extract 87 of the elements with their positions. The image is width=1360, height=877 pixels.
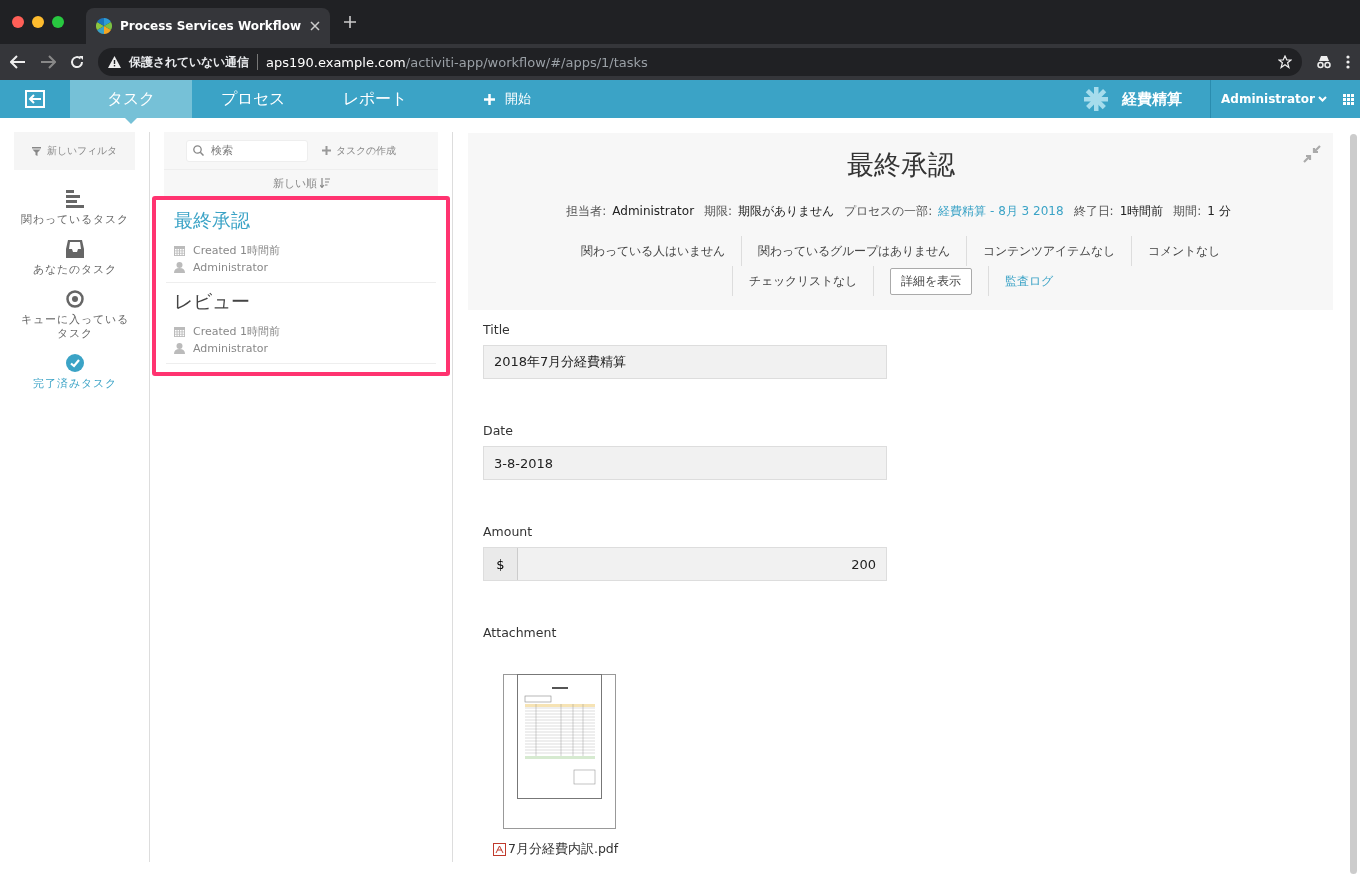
info-text: コンテンツアイテムなし [983, 242, 1115, 260]
start-button[interactable]: 開始 [484, 80, 531, 118]
filter-icon [32, 146, 41, 156]
window-minimize-button[interactable] [32, 16, 44, 28]
meta-label: 期限: [704, 203, 733, 220]
assignee-name: Administrator [193, 342, 268, 355]
new-filter-button[interactable]: 新しいフィルタ [14, 132, 135, 170]
window-close-button[interactable] [12, 16, 24, 28]
process-link[interactable]: 経費精算 - 8月 3 2018 [938, 203, 1064, 220]
exit-icon[interactable] [25, 90, 45, 108]
filter-item[interactable]: キューに入っているタスク [15, 312, 134, 340]
meta-value: 1 分 [1207, 203, 1231, 220]
url-host: aps190.example.com [266, 54, 406, 70]
asterisk-icon [1084, 87, 1109, 111]
info-text: コメントなし [1148, 242, 1220, 260]
assignee-name: Administrator [193, 261, 268, 274]
tab-pointer-icon [125, 118, 137, 124]
target-icon [65, 290, 84, 308]
meta-label: プロセスの一部: [844, 203, 933, 220]
amount-field[interactable]: $ 200 [483, 547, 887, 581]
audit-log-link[interactable]: 監査ログ [1005, 272, 1053, 290]
close-icon[interactable] [310, 21, 320, 31]
nav-tab[interactable]: レポート [314, 80, 436, 118]
url-path: /activiti-app/workflow/#/apps/1/tasks [405, 54, 648, 70]
warning-icon [108, 56, 121, 68]
window-zoom-button[interactable] [52, 16, 64, 28]
meta-value: 1時間前 [1119, 203, 1164, 220]
forward-icon[interactable] [40, 55, 56, 69]
tab-title: Process Services Workflow [120, 19, 302, 33]
star-icon[interactable] [1278, 55, 1292, 69]
meta-label: 担当者: [566, 203, 607, 220]
field-label: Amount [483, 524, 534, 539]
user-menu[interactable]: Administrator [1211, 80, 1337, 118]
meta-value: Administrator [612, 204, 695, 218]
task-title: 最終承認 [846, 148, 955, 182]
filter-item[interactable]: 完了済みタスク [32, 376, 117, 390]
search-input[interactable]: 検索 [209, 143, 299, 158]
person-icon [174, 262, 185, 273]
info-text: 関わっているグループはありません [758, 242, 950, 260]
reload-icon[interactable] [70, 55, 84, 69]
text-field[interactable]: 3-8-2018 [483, 446, 887, 480]
back-icon[interactable] [10, 55, 26, 69]
file-link[interactable]: 7月分経費内訳.pdf [493, 841, 1318, 858]
info-text: 関わっている人はいません [581, 242, 725, 260]
person-icon [174, 343, 185, 354]
sort-toggle[interactable]: 新しい順 [164, 170, 438, 196]
chevron-down-icon [1318, 96, 1327, 102]
check-circle-icon [65, 354, 84, 372]
show-details-button[interactable]: 詳細を表示 [890, 267, 972, 295]
browser-tab[interactable]: Process Services Workflow [86, 8, 330, 44]
meta-label: 終了日: [1073, 203, 1114, 220]
meta-value: 期限がありません [738, 203, 835, 220]
grid-icon[interactable] [1343, 93, 1354, 105]
search-field[interactable]: 検索 [186, 139, 308, 162]
create-task-button[interactable]: タスクの作成 [322, 143, 396, 158]
security-warning: 保護されていない通信 [129, 53, 249, 71]
nav-tab[interactable]: タスク [70, 80, 192, 118]
filter-item[interactable]: 関わっているタスク [20, 212, 129, 226]
more-icon[interactable] [1346, 55, 1350, 69]
pinwheel-icon [96, 18, 112, 34]
inbox-icon [65, 240, 84, 258]
created-time: Created 1時間前 [193, 324, 281, 339]
search-icon [193, 145, 204, 156]
incognito-icon[interactable] [1316, 55, 1332, 69]
filter-item[interactable]: あなたのタスク [32, 262, 117, 276]
text-field[interactable]: 2018年7月分経費精算 [483, 345, 887, 379]
calendar-icon [174, 326, 185, 337]
sort-icon [319, 178, 330, 188]
field-label: Date [483, 423, 514, 438]
address-bar[interactable]: 保護されていない通信 aps190.example.com/activiti-app/workflow/#/apps/1/tasks [98, 48, 1302, 76]
nav-tab[interactable]: プロセス [192, 80, 314, 118]
scrollbar[interactable] [1350, 134, 1357, 874]
task-card[interactable]: 最終承認 Created 1時間前 Administrator [166, 202, 436, 283]
pdf-icon [493, 843, 506, 856]
plus-icon [322, 146, 331, 155]
created-time: Created 1時間前 [193, 243, 281, 258]
bars-icon [65, 190, 84, 208]
field-label: Title [483, 322, 511, 337]
document-thumbnail[interactable] [503, 674, 616, 829]
app-name: 経費精算 [1122, 89, 1183, 109]
calendar-icon [174, 245, 185, 256]
plus-icon [484, 93, 495, 105]
task-card[interactable]: レビュー Created 1時間前 Administrator [166, 283, 436, 364]
field-label: Attachment [483, 625, 558, 640]
new-tab-icon[interactable] [344, 16, 356, 28]
meta-label: 期間: [1173, 203, 1202, 220]
info-text: チェックリストなし [749, 272, 857, 290]
